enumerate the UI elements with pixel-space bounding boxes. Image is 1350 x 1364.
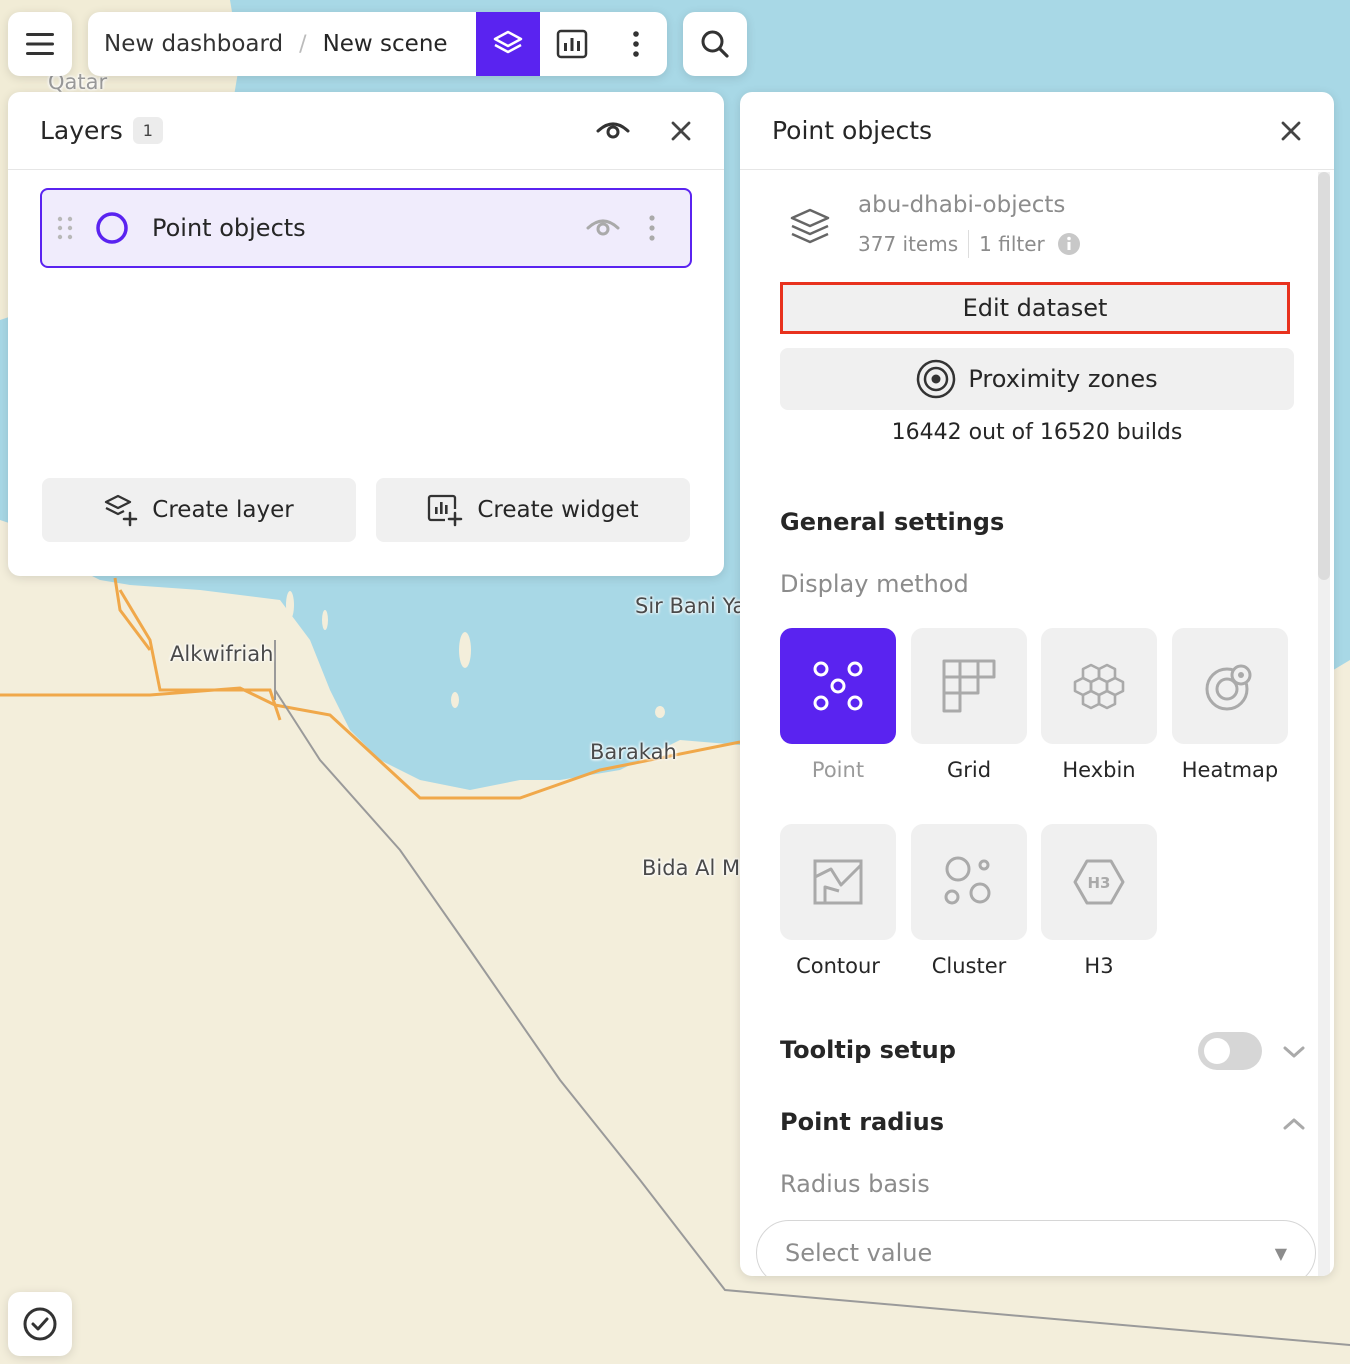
method-point-tile[interactable] — [780, 628, 896, 744]
radius-basis-label: Radius basis — [780, 1170, 930, 1198]
contour-method-icon — [813, 859, 863, 905]
point-method-icon — [813, 661, 863, 711]
dataset-info: abu-dhabi-objects 377 items 1 filter — [788, 192, 1081, 258]
info-icon[interactable] — [1057, 232, 1081, 256]
layers-panel-header: Layers 1 — [8, 92, 724, 170]
proximity-zones-label: Proximity zones — [968, 365, 1158, 393]
method-heatmap-tile[interactable] — [1172, 628, 1288, 744]
map-label-alkwifriah: Alkwifriah — [170, 642, 274, 666]
layer-item-point-objects[interactable]: Point objects — [40, 188, 692, 268]
method-heatmap[interactable]: Heatmap — [1172, 628, 1288, 782]
map-label-barakah: Barakah — [590, 740, 677, 764]
method-h3-tile[interactable]: H3 — [1041, 824, 1157, 940]
method-hexbin-label: Hexbin — [1062, 758, 1136, 782]
layer-settings-header: Point objects — [740, 92, 1334, 170]
tooltip-toggle[interactable] — [1198, 1032, 1262, 1070]
method-grid-tile[interactable] — [911, 628, 1027, 744]
tooltip-setup-heading: Tooltip setup — [780, 1036, 956, 1064]
grid-method-icon — [942, 659, 996, 713]
scrollbar[interactable] — [1318, 172, 1330, 1276]
method-cluster[interactable]: Cluster — [911, 824, 1027, 978]
breadcrumb-scene[interactable]: New scene — [323, 31, 448, 57]
method-point-label: Point — [811, 758, 865, 782]
add-widget-icon — [428, 494, 463, 527]
clock-check-icon — [23, 1307, 57, 1341]
hexbin-method-icon — [1073, 663, 1125, 710]
widgets-toggle-button[interactable] — [540, 12, 604, 76]
method-contour-label: Contour — [796, 954, 880, 978]
layer-more-icon[interactable] — [648, 215, 656, 241]
tooltip-toggle-knob — [1204, 1038, 1230, 1064]
display-method-label: Display method — [780, 570, 969, 598]
svg-text:H3: H3 — [1088, 874, 1111, 892]
builds-count-text: 16442 out of 16520 builds — [891, 420, 1183, 445]
menu-button[interactable] — [8, 12, 72, 76]
method-hexbin[interactable]: Hexbin — [1041, 628, 1157, 782]
meta-divider — [968, 230, 970, 258]
method-cluster-tile[interactable] — [911, 824, 1027, 940]
point-layer-icon — [96, 212, 128, 244]
create-layer-label: Create layer — [152, 497, 294, 523]
layer-settings-title: Point objects — [772, 116, 933, 145]
timeline-button[interactable] — [8, 1292, 72, 1356]
method-h3-label: H3 — [1084, 954, 1114, 978]
close-icon[interactable] — [670, 120, 692, 142]
method-contour-tile[interactable] — [780, 824, 896, 940]
breadcrumb-dashboard[interactable]: New dashboard — [104, 31, 283, 57]
layer-settings-panel: Point objects abu-dhabi-objects 377 item… — [740, 92, 1334, 1276]
layers-panel-title: Layers — [40, 116, 123, 145]
chevron-up-icon[interactable] — [1282, 1116, 1306, 1132]
map-label-bida-al-m: Bida Al M — [642, 856, 741, 880]
dropdown-arrow-icon: ▼ — [1274, 1243, 1287, 1263]
more-vertical-icon — [632, 31, 639, 57]
chart-widget-icon — [556, 29, 587, 59]
dataset-filter-count: 1 filter — [979, 232, 1045, 256]
heatmap-method-icon — [1205, 664, 1252, 711]
method-cluster-label: Cluster — [931, 954, 1007, 978]
radius-basis-placeholder: Select value — [785, 1239, 933, 1267]
layers-toggle-button[interactable] — [475, 12, 540, 76]
layers-panel: Layers 1 Point objects Create layer Crea… — [8, 92, 724, 576]
layer-name: Point objects — [152, 214, 306, 242]
method-point[interactable]: Point — [780, 628, 896, 782]
method-grid-label: Grid — [946, 758, 992, 782]
create-widget-button[interactable]: Create widget — [376, 478, 690, 542]
method-h3[interactable]: H3 H3 — [1041, 824, 1157, 978]
eye-icon[interactable] — [596, 121, 630, 141]
breadcrumb: New dashboard / New scene — [88, 12, 667, 76]
dataset-layers-icon — [790, 208, 830, 244]
cluster-method-icon — [944, 856, 991, 905]
target-icon — [917, 359, 956, 399]
hamburger-menu-icon — [26, 33, 54, 55]
edit-dataset-button[interactable]: Edit dataset — [780, 282, 1290, 334]
search-icon — [701, 30, 729, 58]
breadcrumb-separator: / — [299, 31, 307, 57]
create-layer-button[interactable]: Create layer — [42, 478, 356, 542]
dataset-name: abu-dhabi-objects — [858, 192, 1066, 218]
drag-handle-icon[interactable] — [54, 214, 76, 242]
more-options-button[interactable] — [604, 12, 667, 76]
search-button[interactable] — [683, 12, 747, 76]
method-hexbin-tile[interactable] — [1041, 628, 1157, 744]
layer-visibility-icon[interactable] — [586, 218, 620, 238]
create-widget-label: Create widget — [477, 497, 639, 523]
map-label-sir-bani-yas: Sir Bani Ya — [635, 594, 746, 618]
method-contour[interactable]: Contour — [780, 824, 896, 978]
scrollbar-thumb[interactable] — [1318, 172, 1330, 580]
layers-count-badge: 1 — [132, 117, 163, 144]
proximity-zones-button[interactable]: Proximity zones — [780, 348, 1294, 410]
h3-method-icon: H3 — [1073, 859, 1125, 905]
add-layer-icon — [105, 494, 138, 527]
method-grid[interactable]: Grid — [911, 628, 1027, 782]
layers-icon — [493, 30, 522, 54]
close-icon[interactable] — [1280, 120, 1302, 142]
chevron-down-icon[interactable] — [1282, 1044, 1306, 1060]
radius-basis-select[interactable]: Select value ▼ — [756, 1220, 1316, 1276]
point-radius-heading: Point radius — [780, 1108, 945, 1136]
dataset-items-count: 377 items — [858, 232, 959, 256]
general-settings-heading: General settings — [780, 508, 1005, 536]
method-heatmap-label: Heatmap — [1181, 758, 1279, 782]
